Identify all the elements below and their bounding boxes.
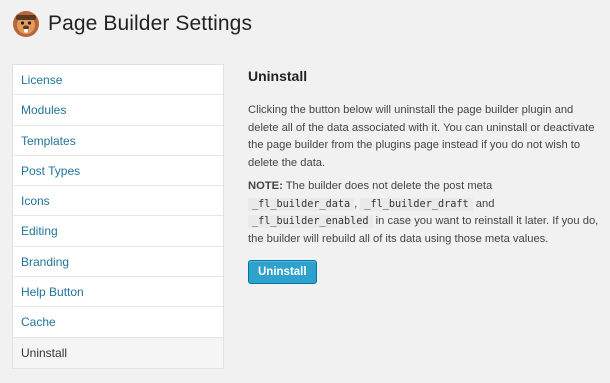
nav-item-branding[interactable]: Branding [13,247,223,278]
nav-item-uninstall[interactable]: Uninstall [13,337,223,368]
note-text: The builder does not delete the post met… [282,180,493,192]
meta-key-enabled: _fl_builder_enabled [248,215,373,228]
uninstall-description: Clicking the button below will uninstall… [248,104,595,169]
nav-item-post-types[interactable]: Post Types [13,156,223,187]
settings-nav: License Modules Templates Post Types Ico… [12,64,224,369]
meta-key-data: _fl_builder_data [248,197,355,211]
uninstall-panel: Uninstall Clicking the button below will… [248,64,600,284]
nav-item-editing[interactable]: Editing [13,216,223,247]
page-title: Page Builder Settings [48,12,253,35]
note-label: NOTE: [248,180,283,192]
uninstall-note: NOTE: The builder does not delete the po… [248,178,600,248]
note-text: and [472,197,495,210]
nav-item-help-button[interactable]: Help Button [13,277,223,308]
nav-item-icons[interactable]: Icons [13,186,223,217]
uninstall-button[interactable]: Uninstall [248,260,317,284]
nav-item-templates[interactable]: Templates [13,126,223,156]
section-title: Uninstall [248,68,308,84]
beaver-logo-icon [13,11,39,37]
nav-item-modules[interactable]: Modules [13,95,223,126]
meta-key-draft: _fl_builder_draft [360,197,473,211]
nav-item-license[interactable]: License [13,65,223,96]
nav-item-cache[interactable]: Cache [13,307,223,338]
page-header: Page Builder Settings [12,8,252,40]
